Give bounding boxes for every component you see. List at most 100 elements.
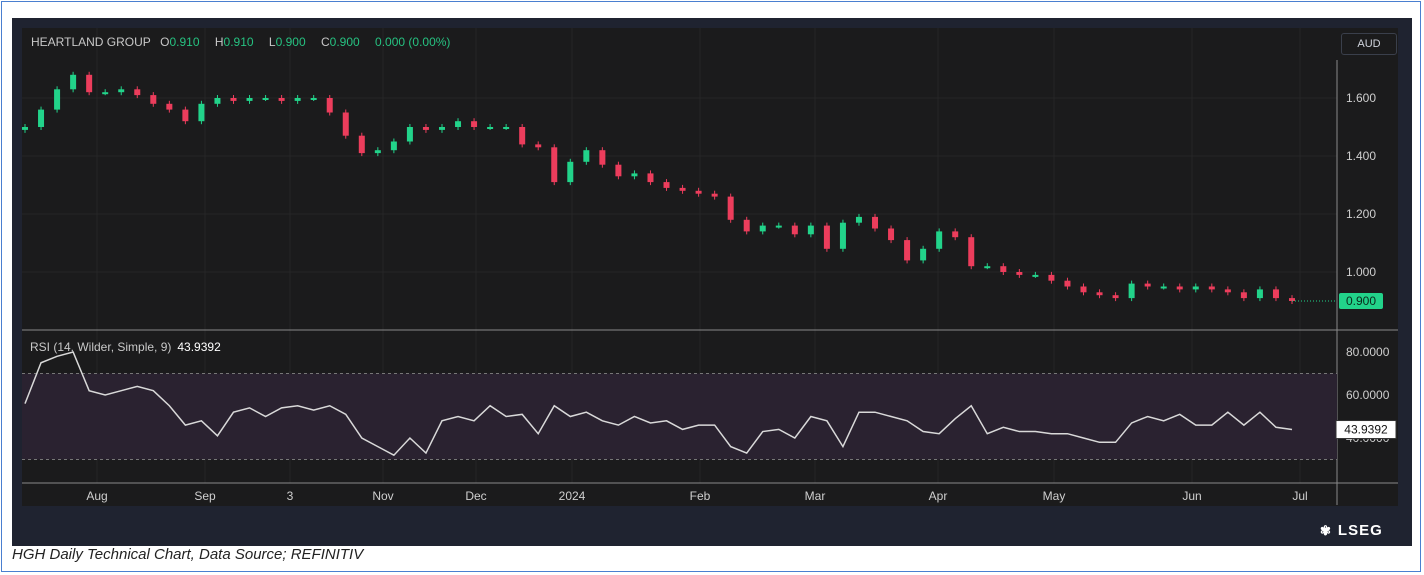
candle	[1064, 280, 1071, 287]
candle	[438, 127, 445, 130]
candle	[487, 127, 494, 129]
candle	[166, 103, 173, 110]
chart-caption: HGH Daily Technical Chart, Data Source; …	[12, 546, 364, 563]
candle	[70, 74, 77, 90]
low-value: 0.900	[275, 35, 306, 49]
candle	[118, 89, 125, 93]
candle	[904, 240, 911, 261]
lseg-logo: ✾ LSEG	[1320, 522, 1383, 539]
price-tick-label: 1.000	[1346, 265, 1376, 279]
candle	[920, 248, 927, 261]
price-tick-label: 1.600	[1346, 91, 1376, 105]
candle	[358, 135, 365, 154]
candle	[535, 144, 542, 148]
rsi-band	[22, 373, 1337, 460]
candle	[390, 141, 397, 151]
candle	[214, 98, 221, 104]
candle	[1192, 286, 1199, 290]
candle	[38, 109, 45, 127]
candle	[984, 266, 991, 269]
candle	[647, 173, 654, 183]
candle	[1176, 286, 1183, 290]
lseg-emblem-icon: ✾	[1320, 523, 1332, 538]
time-tick-label: May	[1043, 489, 1066, 503]
candle	[455, 121, 462, 127]
candle	[374, 150, 381, 154]
candle	[134, 89, 141, 96]
time-tick-label: Feb	[690, 489, 711, 503]
candle	[278, 98, 285, 101]
change-value: 0.000 (0.00%)	[375, 35, 451, 49]
candle	[631, 173, 638, 177]
time-tick-label: Sep	[194, 489, 216, 503]
candle	[1096, 292, 1103, 296]
open-label: O	[160, 35, 170, 49]
candle	[422, 127, 429, 130]
candle	[839, 222, 846, 249]
candle	[54, 89, 61, 110]
rsi-value: 43.9392	[177, 340, 221, 354]
candle	[968, 237, 975, 267]
candle	[22, 127, 28, 130]
candle	[246, 98, 253, 101]
currency-button[interactable]: AUD	[1341, 33, 1397, 55]
time-tick-label: 2024	[559, 489, 586, 503]
candle	[1256, 289, 1263, 299]
candle	[102, 92, 109, 95]
candle	[503, 127, 510, 129]
rsi-tick-label: 60.0000	[1346, 388, 1390, 402]
time-tick-label: Jun	[1182, 489, 1201, 503]
symbol-name: HEARTLAND GROUP	[31, 35, 151, 49]
open-value: 0.910	[169, 35, 200, 49]
candle	[663, 182, 670, 188]
time-tick-label: Mar	[805, 489, 826, 503]
candle	[855, 216, 862, 223]
candle	[230, 98, 237, 101]
candle	[583, 150, 590, 162]
candle	[1272, 289, 1279, 299]
ohlc-legend: HEARTLAND GROUP O0.910 H0.910 L0.900 C0.…	[31, 35, 456, 49]
candle	[936, 231, 943, 249]
candle	[1112, 295, 1119, 299]
candle	[727, 196, 734, 220]
candle	[711, 193, 718, 197]
candle	[1240, 292, 1247, 299]
time-tick-label: Dec	[465, 489, 486, 503]
candle	[567, 161, 574, 183]
candle	[823, 225, 830, 249]
candle	[150, 95, 157, 104]
candle	[1032, 274, 1039, 277]
candle	[1000, 266, 1007, 272]
high-label: H	[214, 35, 224, 49]
time-tick-label: Nov	[372, 489, 393, 503]
candle	[791, 225, 798, 235]
candle	[1048, 274, 1055, 281]
time-tick-label: Aug	[86, 489, 107, 503]
candle	[599, 150, 606, 165]
candle	[759, 225, 766, 232]
close-label: C	[320, 35, 330, 49]
rsi-label: RSI (14, Wilder, Simple, 9)	[30, 340, 172, 354]
candle	[872, 216, 879, 229]
candle	[262, 98, 269, 100]
candle	[695, 190, 702, 194]
candle	[1128, 283, 1135, 299]
candle	[1144, 283, 1151, 287]
candle	[519, 127, 526, 145]
candle	[310, 98, 317, 100]
candle	[86, 74, 93, 93]
candle	[1160, 286, 1167, 289]
candle	[1224, 289, 1231, 293]
candle	[471, 121, 478, 127]
rsi-value-tag-label: 43.9392	[1344, 423, 1388, 437]
candle	[775, 225, 782, 228]
brand-name: LSEG	[1337, 522, 1383, 539]
high-value: 0.910	[223, 35, 254, 49]
candle	[615, 164, 622, 177]
candle	[182, 109, 189, 122]
rsi-tick-label: 80.0000	[1346, 345, 1390, 359]
candle	[679, 187, 686, 191]
candle	[1080, 286, 1087, 293]
candle	[807, 225, 814, 235]
price-chart[interactable]: 1.6001.4001.2001.00080.000060.000040.000…	[0, 0, 1424, 575]
